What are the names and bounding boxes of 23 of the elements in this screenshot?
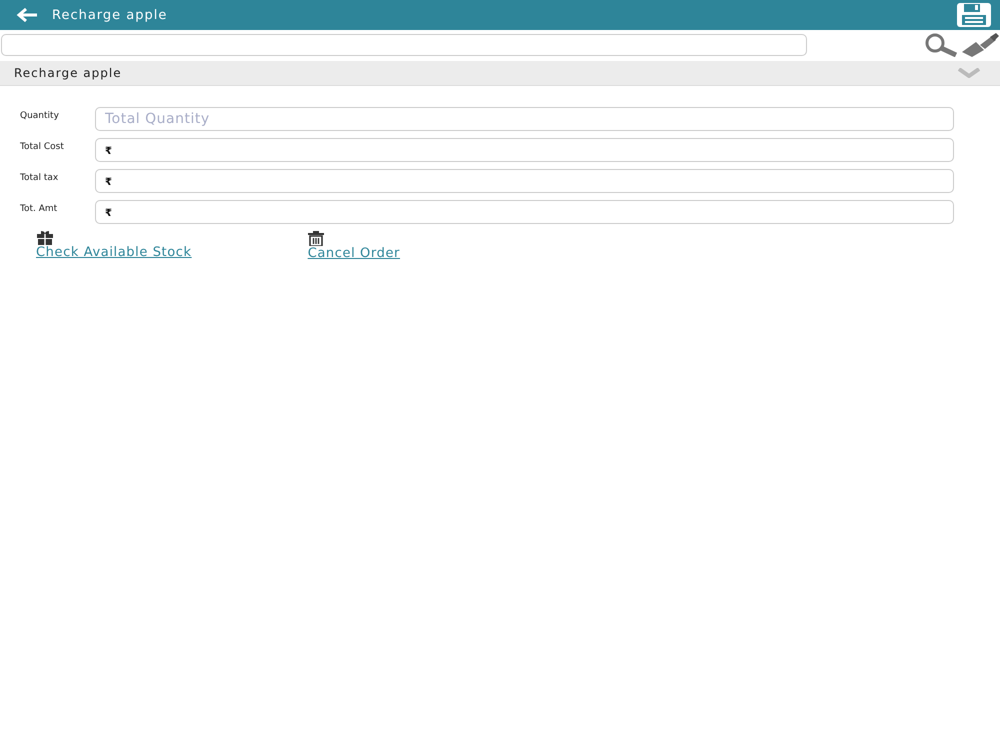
input-field[interactable]: ₹ [95, 200, 954, 224]
save-icon[interactable] [956, 2, 992, 28]
field-label: Tot. Amt [20, 203, 58, 214]
section-header[interactable]: Recharge apple [0, 61, 1000, 86]
field-label: Total Cost [20, 141, 65, 152]
action-link[interactable]: Cancel Order [308, 246, 400, 261]
currency-symbol: ₹ [105, 145, 112, 157]
action-link[interactable]: Check Available Stock [36, 245, 192, 260]
page-title: Recharge apple [52, 8, 168, 22]
field-label: Total tax [20, 172, 60, 183]
currency-symbol: ₹ [105, 207, 112, 219]
currency-symbol: ₹ [105, 176, 112, 188]
gift-icon[interactable] [36, 231, 54, 245]
search-field[interactable] [1, 34, 807, 56]
trash-icon[interactable] [308, 231, 324, 246]
brush-icon[interactable] [960, 32, 1000, 58]
input-field[interactable]: ₹ [95, 169, 954, 193]
input-field[interactable]: ₹ [95, 138, 954, 162]
search-icon[interactable] [924, 33, 960, 57]
input-field[interactable]: Total Quantity [95, 107, 954, 131]
field-label: Quantity [20, 110, 60, 121]
back-icon[interactable] [16, 7, 38, 23]
section-title: Recharge apple [14, 66, 123, 80]
